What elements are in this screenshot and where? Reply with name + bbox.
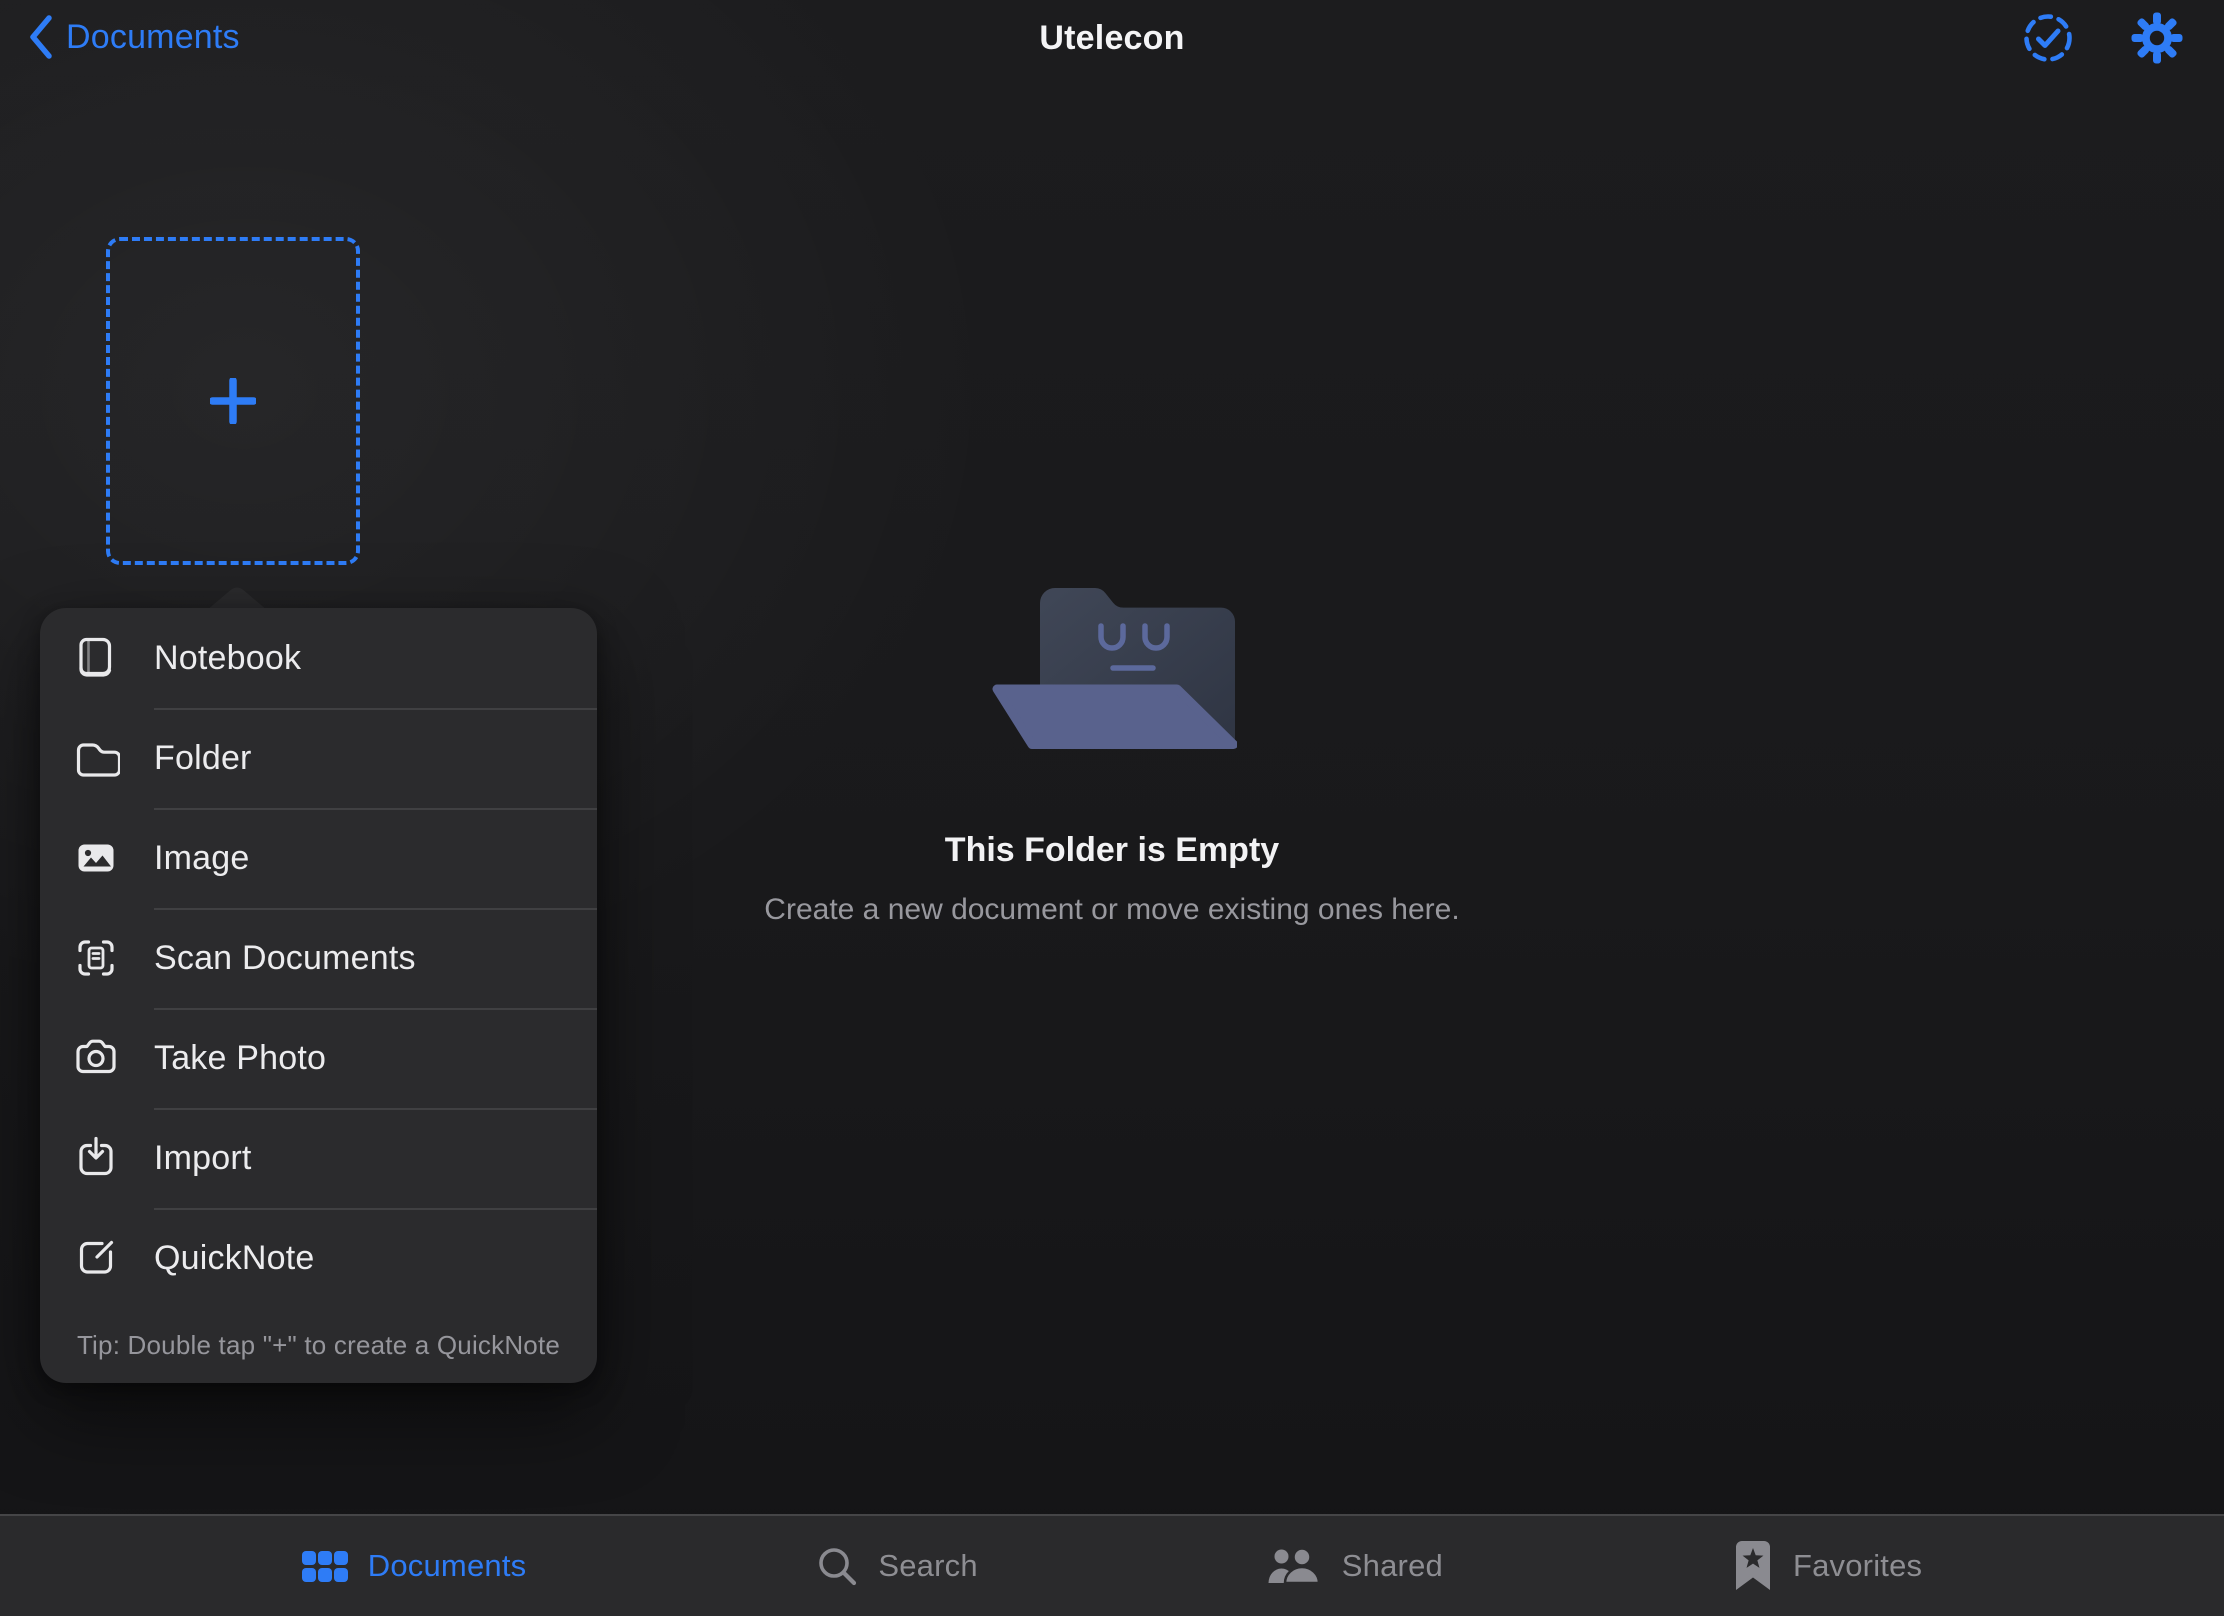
select-mode-button[interactable] [2021, 11, 2075, 65]
tab-label: Documents [368, 1548, 527, 1584]
top-navigation-bar: Documents Utelecon [0, 0, 2224, 78]
menu-item-take-photo[interactable]: Take Photo [40, 1008, 597, 1108]
take-photo-icon [72, 1034, 120, 1082]
tab-label: Favorites [1793, 1548, 1922, 1584]
gear-icon [2130, 11, 2184, 65]
empty-folder-illustration [985, 575, 1237, 753]
folder-icon [72, 734, 120, 782]
menu-item-folder[interactable]: Folder [40, 708, 597, 808]
tab-documents[interactable]: Documents [302, 1548, 527, 1584]
quicknote-icon [72, 1234, 120, 1282]
scan-documents-icon [72, 934, 120, 982]
notebook-icon [72, 634, 120, 682]
people-icon [1268, 1547, 1322, 1585]
empty-state-title: This Folder is Empty [0, 831, 2224, 870]
page-title: Utelecon [0, 19, 2224, 58]
menu-item-label: Take Photo [154, 1039, 326, 1078]
app-screen: Documents Utelecon [0, 0, 2224, 1616]
bookmark-star-icon [1733, 1540, 1773, 1592]
tab-shared[interactable]: Shared [1268, 1547, 1443, 1585]
menu-item-label: Folder [154, 739, 252, 778]
tab-label: Search [878, 1548, 977, 1584]
top-actions [2021, 11, 2184, 65]
import-icon [72, 1134, 120, 1182]
tab-favorites[interactable]: Favorites [1733, 1540, 1922, 1592]
tab-bar: Documents Search Shared [0, 1514, 2224, 1616]
menu-item-label: Scan Documents [154, 939, 416, 978]
popover-arrow [206, 584, 268, 610]
settings-button[interactable] [2130, 11, 2184, 65]
menu-tip: Tip: Double tap "+" to create a QuickNot… [40, 1308, 597, 1383]
empty-state-subtitle: Create a new document or move existing o… [0, 893, 2224, 927]
search-icon [816, 1545, 858, 1587]
grid-icon [302, 1551, 348, 1582]
plus-icon [210, 378, 256, 424]
tab-label: Shared [1342, 1548, 1443, 1584]
menu-item-import[interactable]: Import [40, 1108, 597, 1208]
dashed-circle-check-icon [2021, 11, 2075, 65]
new-document-dropzone[interactable] [106, 237, 360, 565]
menu-item-quicknote[interactable]: QuickNote [40, 1208, 597, 1308]
menu-item-label: Import [154, 1139, 252, 1178]
menu-item-label: QuickNote [154, 1239, 315, 1278]
tab-search[interactable]: Search [816, 1545, 977, 1587]
new-document-menu: Notebook Folder Image [40, 608, 597, 1383]
menu-item-label: Notebook [154, 639, 301, 678]
menu-item-notebook[interactable]: Notebook [40, 608, 597, 708]
